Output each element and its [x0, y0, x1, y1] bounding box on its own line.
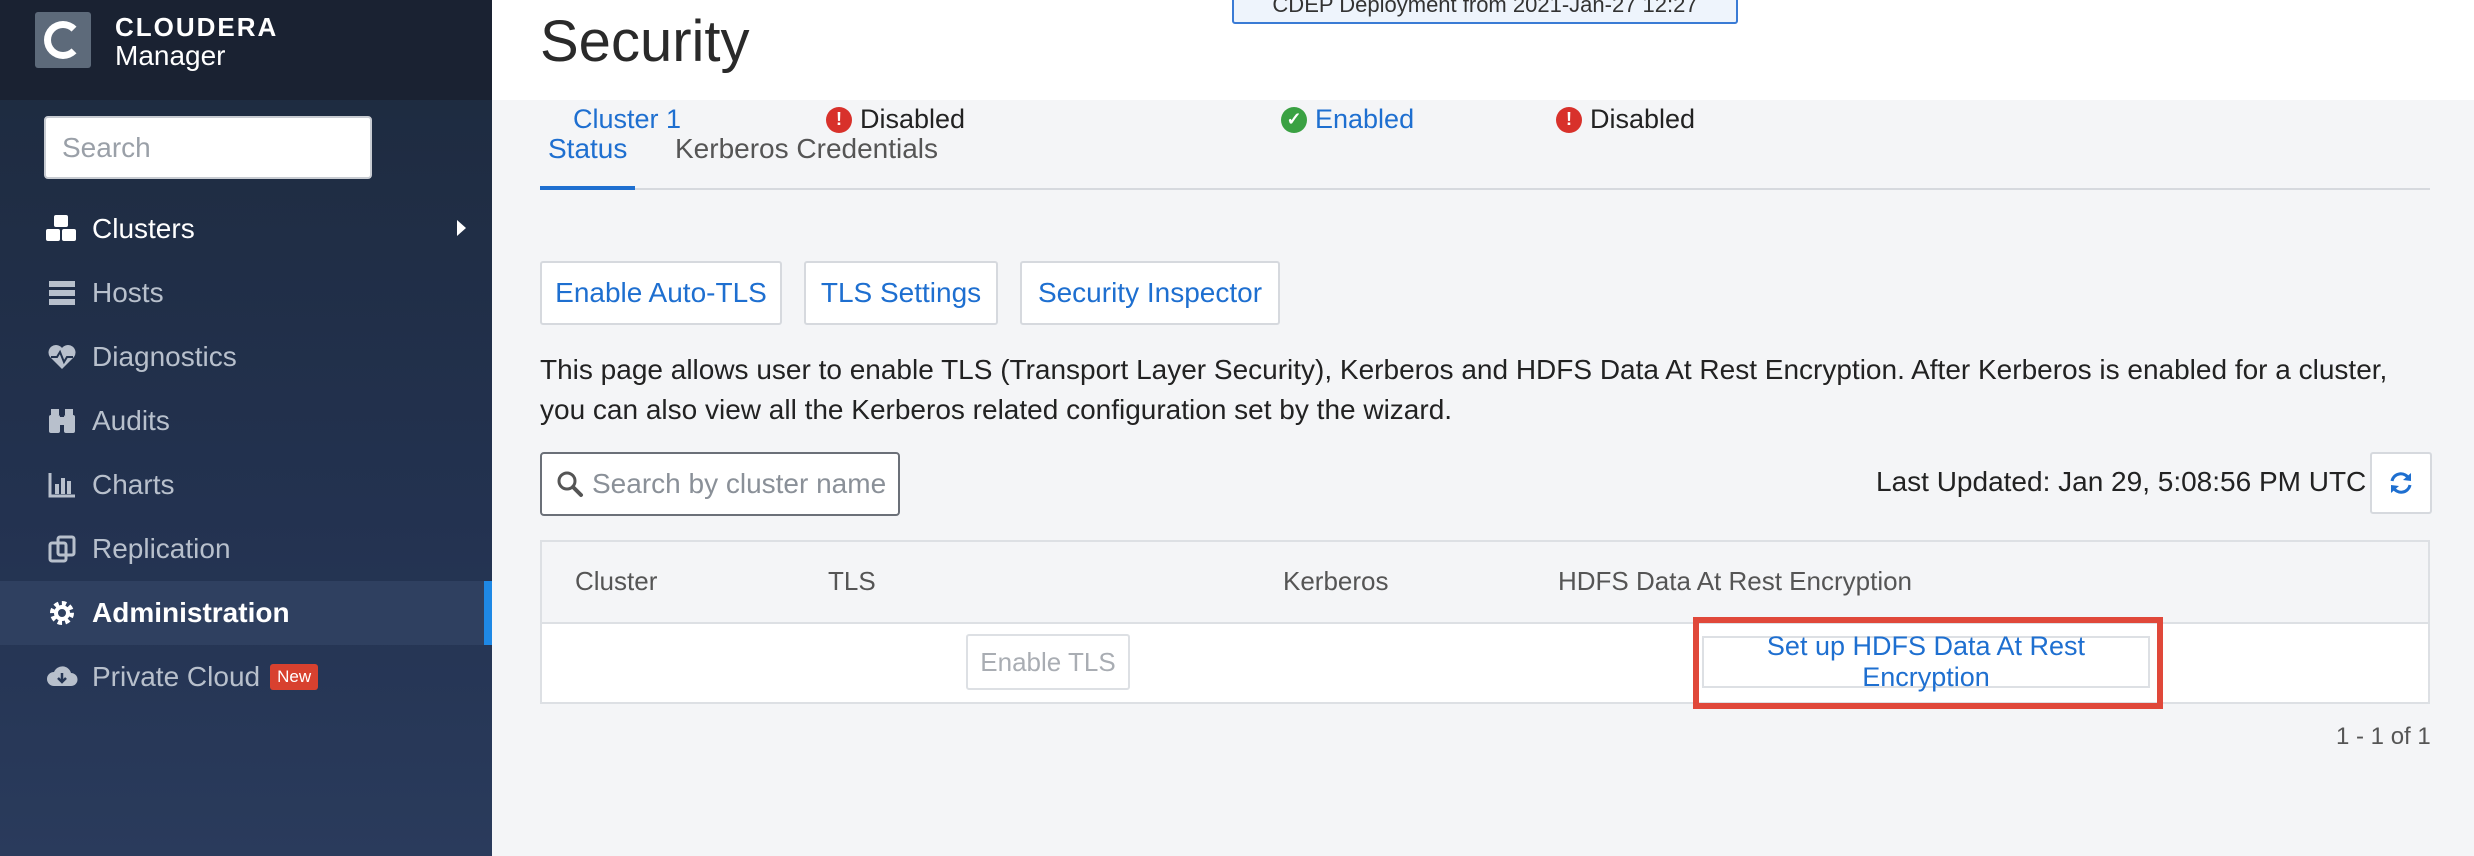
active-indicator: [484, 581, 492, 645]
hdfs-encryption-status: ! Disabled: [1556, 104, 1695, 135]
pagination-info: 1 - 1 of 1: [2336, 723, 2431, 750]
cluster-link[interactable]: Cluster 1: [573, 104, 681, 135]
refresh-button[interactable]: [2370, 452, 2432, 514]
tls-settings-button[interactable]: TLS Settings: [804, 261, 998, 325]
last-updated-text: Last Updated: Jan 29, 5:08:56 PM UTC: [1876, 466, 2367, 497]
sidebar-item-hosts[interactable]: Hosts: [0, 261, 492, 325]
sidebar-item-replication[interactable]: Replication: [0, 517, 492, 581]
chevron-right-icon: [457, 220, 466, 236]
sidebar-item-audits[interactable]: Audits: [0, 389, 492, 453]
table-header: Cluster TLS Kerberos HDFS Data At Rest E…: [542, 542, 2428, 624]
column-header-cluster: Cluster: [575, 566, 658, 596]
kerberos-status-link[interactable]: Enabled: [1315, 104, 1414, 135]
brand-product: Manager: [115, 40, 226, 71]
sidebar-item-label: Private Cloud: [92, 661, 261, 692]
sidebar-item-label: Clusters: [92, 213, 195, 244]
tab-bar: Status Kerberos Credentials: [540, 125, 2430, 190]
cluster-search-input[interactable]: [592, 468, 892, 500]
cubes-icon: [44, 214, 80, 244]
column-header-tls: TLS: [828, 566, 876, 596]
sidebar-item-label: Administration: [92, 597, 290, 628]
server-icon: [44, 280, 80, 306]
cloud-download-icon: [44, 664, 80, 690]
sidebar-item-label: Charts: [92, 469, 175, 500]
enable-tls-button[interactable]: Enable TLS: [966, 634, 1130, 690]
sidebar-item-label: Diagnostics: [92, 341, 237, 372]
sidebar-item-label: Hosts: [92, 277, 164, 308]
cloudera-logo-icon: [35, 12, 91, 68]
sidebar: CLOUDERA Manager Clusters Hosts Diagnost…: [0, 0, 492, 856]
sidebar-item-private-cloud[interactable]: Private Cloud New: [0, 645, 492, 709]
sidebar-item-charts[interactable]: Charts: [0, 453, 492, 517]
error-icon: !: [1556, 106, 1582, 133]
cluster-search[interactable]: [540, 452, 900, 516]
hdfs-status-label: Disabled: [1590, 104, 1696, 134]
check-circle-icon: ✓: [1281, 106, 1307, 133]
setup-hdfs-encryption-button[interactable]: Set up HDFS Data At Rest Encryption: [1702, 631, 2150, 692]
sidebar-search-input[interactable]: [44, 116, 372, 179]
deployment-tag[interactable]: CDEP Deployment from 2021-Jan-27 12:27: [1232, 0, 1738, 24]
copy-icon: [44, 535, 80, 563]
refresh-icon: [2387, 469, 2415, 497]
tls-status-label: Disabled: [860, 104, 966, 134]
error-icon: !: [826, 106, 852, 133]
page-description: This page allows user to enable TLS (Tra…: [540, 354, 2388, 425]
sidebar-item-administration[interactable]: Administration: [0, 581, 492, 645]
enable-auto-tls-button[interactable]: Enable Auto-TLS: [540, 261, 782, 325]
sidebar-item-clusters[interactable]: Clusters: [0, 197, 492, 261]
kerberos-status: ✓ Enabled: [1281, 104, 1414, 135]
sidebar-item-label: Replication: [92, 533, 231, 564]
sidebar-item-diagnostics[interactable]: Diagnostics: [0, 325, 492, 389]
brand-header[interactable]: CLOUDERA Manager: [0, 0, 492, 100]
page-title: Security: [540, 9, 750, 74]
security-inspector-button[interactable]: Security Inspector: [1020, 261, 1280, 325]
column-header-kerberos: Kerberos: [1283, 566, 1389, 596]
binoculars-icon: [44, 407, 80, 435]
brand-name: CLOUDERA: [115, 12, 279, 42]
column-header-hdfs-encryption: HDFS Data At Rest Encryption: [1558, 566, 1913, 596]
tls-status: ! Disabled: [826, 104, 965, 135]
sidebar-item-label: Audits: [92, 405, 170, 436]
new-badge: New: [270, 664, 319, 690]
bar-chart-icon: [44, 472, 80, 498]
heartbeat-icon: [44, 344, 80, 370]
search-icon: [556, 470, 584, 498]
gear-icon: [44, 599, 80, 627]
